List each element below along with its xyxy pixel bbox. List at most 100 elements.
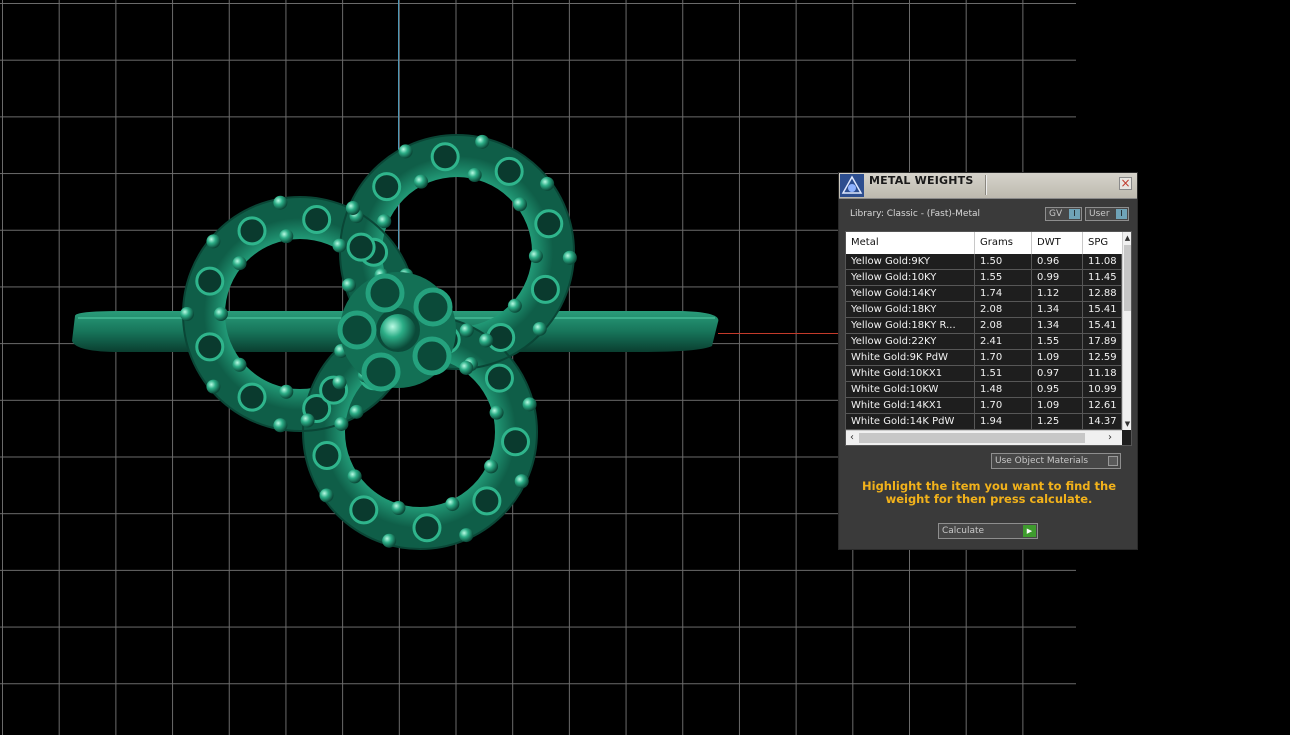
column-header-grams[interactable]: Grams	[975, 232, 1032, 254]
gem-prong	[206, 234, 221, 249]
gem-prong	[347, 469, 362, 484]
gem-prong	[332, 238, 347, 253]
cell-grams: 1.50	[975, 254, 1032, 269]
column-header-dwt[interactable]: DWT	[1032, 232, 1083, 254]
calculate-label: Calculate	[942, 526, 985, 536]
table-row[interactable]: Yellow Gold:10KY 1.55 0.99 11.45	[846, 270, 1122, 286]
gem-prong	[489, 405, 504, 420]
gem-prong	[445, 497, 460, 512]
cell-metal: Yellow Gold:18KY R...	[846, 318, 975, 333]
metal-table[interactable]: Metal Grams DWT SPG Yellow Gold:9KY 1.50 0…	[845, 231, 1132, 446]
gem-prong	[332, 375, 347, 390]
gem-prong	[232, 357, 247, 372]
library-label: Library: Classic - (Fast)-Metal	[850, 209, 981, 219]
cell-dwt: 1.12	[1032, 286, 1083, 301]
cell-dwt: 1.34	[1032, 318, 1083, 333]
panel-titlebar[interactable]: METAL WEIGHTS ×	[839, 173, 1137, 199]
cell-spg: 12.88	[1083, 286, 1122, 301]
gem-prong	[279, 384, 294, 399]
column-header-metal[interactable]: Metal	[846, 232, 975, 254]
use-object-materials-label: Use Object Materials	[995, 456, 1089, 466]
gem-prong	[273, 418, 288, 433]
gem-prong	[334, 416, 349, 431]
vertical-scroll-thumb[interactable]	[1124, 245, 1131, 311]
cell-grams: 1.70	[975, 350, 1032, 365]
gem-prong	[562, 250, 577, 265]
table-row[interactable]: Yellow Gold:22KY 2.41 1.55 17.89	[846, 334, 1122, 350]
gem-prong	[398, 144, 413, 159]
user-toggle-label: User	[1089, 209, 1110, 219]
table-row[interactable]: White Gold:10KW 1.48 0.95 10.99	[846, 382, 1122, 398]
cell-spg: 14.37	[1083, 414, 1122, 429]
table-row[interactable]: White Gold:9K PdW 1.70 1.09 12.59	[846, 350, 1122, 366]
play-arrow-icon: ▶	[1023, 525, 1036, 537]
gem-prong	[377, 214, 392, 229]
gem-prong	[279, 229, 294, 244]
cell-metal: Yellow Gold:9KY	[846, 254, 975, 269]
gem-seat	[237, 382, 267, 412]
gem-prong	[459, 323, 474, 338]
cell-grams: 1.51	[975, 366, 1032, 381]
gem-seat	[530, 274, 560, 304]
gem-seat	[534, 209, 564, 239]
scroll-down-icon[interactable]: ▼	[1123, 418, 1131, 430]
cell-grams: 1.94	[975, 414, 1032, 429]
radio-icon	[1108, 456, 1118, 466]
column-header-spg[interactable]: SPG	[1083, 232, 1122, 254]
scroll-left-icon[interactable]: ‹	[846, 431, 858, 445]
gem-prong	[206, 379, 221, 394]
table-row[interactable]: Yellow Gold:9KY 1.50 0.96 11.08	[846, 254, 1122, 270]
gem-seat	[302, 204, 332, 234]
vertical-scrollbar[interactable]: ▲ ▼	[1122, 232, 1131, 430]
cell-dwt: 0.97	[1032, 366, 1083, 381]
cell-dwt: 0.99	[1032, 270, 1083, 285]
table-row[interactable]: White Gold:14KX1 1.70 1.09 12.61	[846, 398, 1122, 414]
gem-seat	[472, 486, 502, 516]
gem-prong	[540, 176, 555, 191]
gem-seat	[430, 142, 460, 172]
cell-grams: 1.70	[975, 398, 1032, 413]
gem-seat	[195, 266, 225, 296]
gv-toggle-knob: I	[1069, 209, 1080, 219]
gem-prong	[273, 195, 288, 210]
cell-grams: 2.41	[975, 334, 1032, 349]
cell-metal: White Gold:10KX1	[846, 366, 975, 381]
cell-dwt: 1.09	[1032, 350, 1083, 365]
cell-spg: 15.41	[1083, 302, 1122, 317]
gem-prong	[459, 360, 474, 375]
calculate-button[interactable]: Calculate ▶	[938, 523, 1038, 539]
cell-metal: White Gold:9K PdW	[846, 350, 975, 365]
gem-prong	[532, 321, 547, 336]
gem-seat	[412, 513, 442, 543]
instruction-text: Highlight the item you want to find the …	[862, 479, 1116, 506]
gv-toggle[interactable]: GV I	[1045, 207, 1082, 221]
gem-seat	[349, 495, 379, 525]
panel-title: METAL WEIGHTS	[869, 174, 974, 187]
cell-dwt: 0.95	[1032, 382, 1083, 397]
use-object-materials-toggle[interactable]: Use Object Materials	[991, 453, 1121, 469]
gem-prong	[414, 174, 429, 189]
gem-prong	[345, 200, 360, 215]
titlebar-divider	[985, 175, 986, 195]
table-row[interactable]: Yellow Gold:14KY 1.74 1.12 12.88	[846, 286, 1122, 302]
scroll-up-icon[interactable]: ▲	[1123, 232, 1131, 244]
gem-seat	[346, 232, 376, 262]
horizontal-scrollbar[interactable]: ‹ ›	[846, 430, 1122, 445]
cell-spg: 12.59	[1083, 350, 1122, 365]
scroll-right-icon[interactable]: ›	[1104, 431, 1116, 445]
gem-prong	[514, 474, 529, 489]
user-toggle[interactable]: User I	[1085, 207, 1129, 221]
close-button[interactable]: ×	[1119, 177, 1132, 190]
gem-prong	[391, 501, 406, 516]
gem-prong	[382, 533, 397, 548]
user-toggle-knob: I	[1116, 209, 1127, 219]
table-row[interactable]: White Gold:10KX1 1.51 0.97 11.18	[846, 366, 1122, 382]
table-row[interactable]: Yellow Gold:18KY R... 2.08 1.34 15.41	[846, 318, 1122, 334]
table-row[interactable]: Yellow Gold:18KY 2.08 1.34 15.41	[846, 302, 1122, 318]
cell-grams: 2.08	[975, 302, 1032, 317]
horizontal-scroll-thumb[interactable]	[859, 433, 1085, 443]
table-row[interactable]: White Gold:14K PdW 1.94 1.25 14.37	[846, 414, 1122, 430]
cell-spg: 11.45	[1083, 270, 1122, 285]
cell-metal: White Gold:14K PdW	[846, 414, 975, 429]
cell-dwt: 1.55	[1032, 334, 1083, 349]
